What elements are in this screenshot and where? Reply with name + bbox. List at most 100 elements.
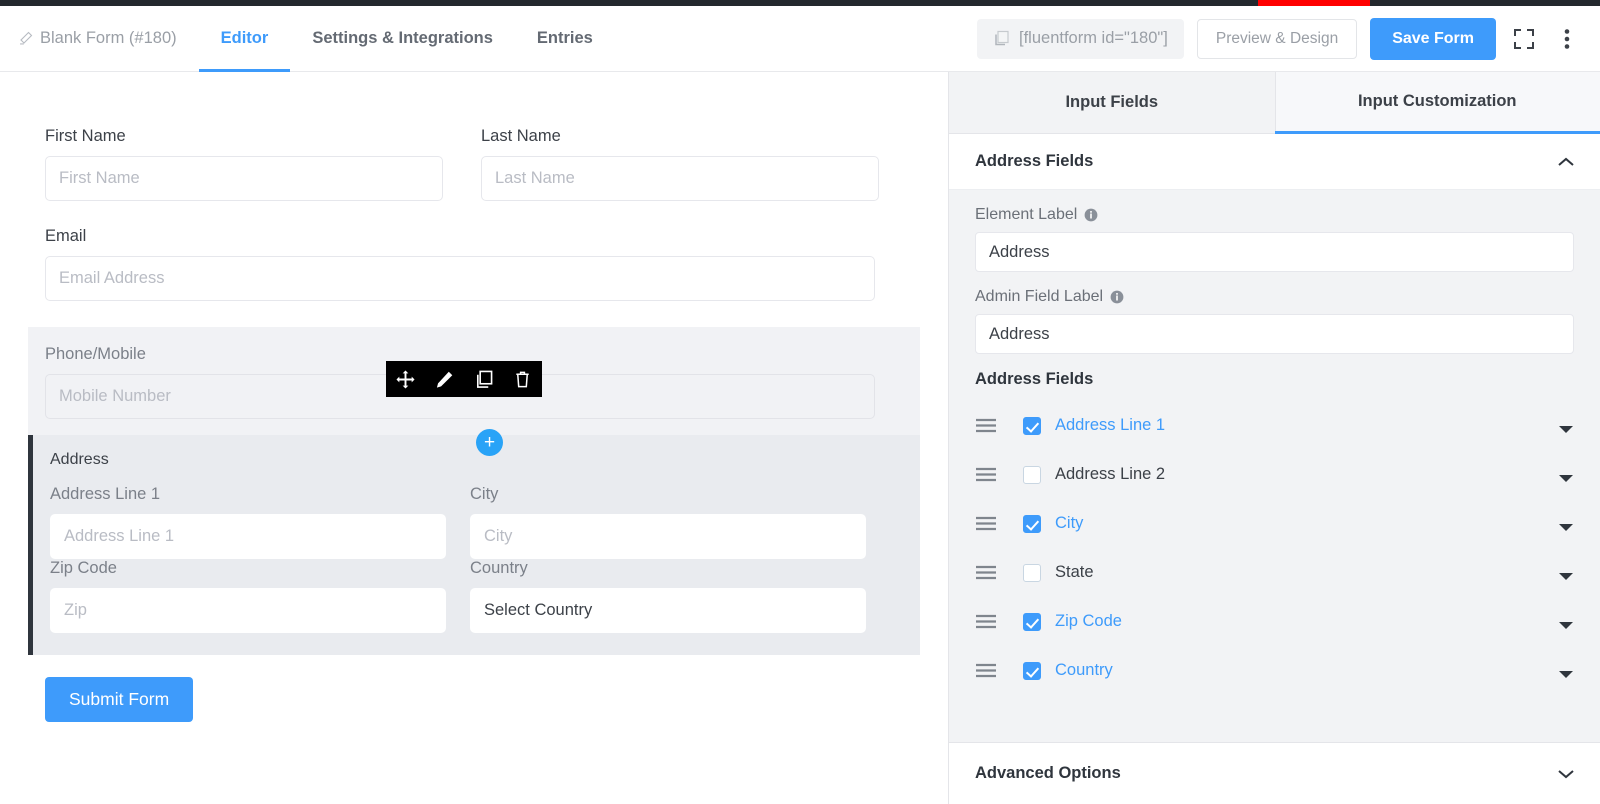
address-field-checkbox-address-line-2[interactable] — [1023, 465, 1041, 484]
move-icon[interactable] — [396, 369, 415, 389]
address-field-checkbox-state[interactable] — [1023, 563, 1041, 582]
panel-tabs: Input Fields Input Customization — [949, 72, 1600, 134]
last-name-label: Last Name — [481, 127, 561, 145]
main-nav: Editor Settings & Integrations Entries — [198, 6, 615, 72]
delete-icon[interactable] — [513, 370, 532, 389]
address-field-checkbox-city[interactable] — [1023, 514, 1041, 533]
field-zip-code: Zip Code Zip — [50, 559, 446, 633]
form-title-text: Blank Form (#180) — [40, 29, 177, 47]
address-field-label-city: City — [1055, 514, 1084, 532]
city-label: City — [470, 485, 499, 503]
save-form-button[interactable]: Save Form — [1370, 17, 1496, 60]
element-label-label: Element Label — [975, 206, 1574, 224]
vertical-dots-icon[interactable] — [1552, 24, 1582, 54]
panel-body: Element Label Address Admin Field Label … — [949, 190, 1600, 742]
address-field-checkbox-country[interactable] — [1023, 661, 1041, 680]
address-field-row-city[interactable]: City — [975, 499, 1574, 548]
drag-handle-icon[interactable] — [975, 418, 997, 433]
element-label-input[interactable]: Address — [975, 232, 1574, 272]
address-field-checkbox-zip-code[interactable] — [1023, 612, 1041, 631]
name-row: First Name First Name Last Name Last Nam… — [45, 127, 903, 227]
tab-input-fields-label: Input Fields — [1065, 93, 1159, 111]
address-field-row-country[interactable]: Country — [975, 646, 1574, 695]
tab-input-customization-label: Input Customization — [1357, 92, 1517, 110]
field-block-phone[interactable]: Phone/Mobile Mobile Number + — [28, 327, 920, 456]
admin-field-label-text: Admin Field Label — [975, 288, 1104, 305]
last-name-input[interactable]: Last Name — [481, 156, 879, 201]
address-field-row-state[interactable]: State — [975, 548, 1574, 597]
duplicate-icon[interactable] — [474, 370, 493, 389]
field-block-address[interactable]: Address Address Line 1 Address Line 1 Ci… — [28, 435, 920, 655]
field-country: Country Select Country — [470, 559, 866, 633]
info-icon[interactable] — [1084, 208, 1098, 222]
shortcode-field[interactable]: [fluentform id="180"] — [977, 18, 1184, 59]
drag-handle-icon[interactable] — [975, 516, 997, 531]
app-header: Blank Form (#180) Editor Settings & Inte… — [0, 6, 1600, 72]
shortcode-text: [fluentform id="180"] — [1019, 29, 1168, 47]
country-label: Country — [470, 559, 528, 577]
address-line-1-input[interactable]: Address Line 1 — [50, 514, 446, 559]
chevron-down-icon[interactable] — [1558, 421, 1574, 433]
country-select[interactable]: Select Country — [470, 588, 866, 633]
tab-input-customization[interactable]: Input Customization — [1274, 72, 1600, 134]
submit-form-button[interactable]: Submit Form — [45, 677, 194, 722]
chevron-up-icon[interactable] — [1558, 157, 1574, 167]
address-field-checkbox-address-line-1[interactable] — [1023, 416, 1041, 435]
chevron-down-icon[interactable] — [1558, 617, 1574, 629]
advanced-options-title: Advanced Options — [975, 764, 1121, 782]
field-address-line-1: Address Line 1 Address Line 1 — [50, 485, 446, 559]
admin-field-label-input[interactable]: Address — [975, 314, 1574, 354]
zip-code-input[interactable]: Zip — [50, 588, 446, 633]
address-field-label-address-line-2: Address Line 2 — [1055, 465, 1166, 483]
header-actions: [fluentform id="180"] Preview & Design S… — [977, 17, 1582, 60]
address-row-2: Zip Code Zip Country Select Country — [50, 559, 903, 633]
address-field-row-address-line-1[interactable]: Address Line 1 — [975, 401, 1574, 450]
tab-entries-label: Entries — [536, 29, 593, 47]
tab-input-fields[interactable]: Input Fields — [949, 72, 1275, 134]
submit-area: Submit Form — [0, 655, 948, 722]
form-preview: First Name First Name Last Name Last Nam… — [0, 72, 948, 655]
preview-design-button[interactable]: Preview & Design — [1196, 18, 1358, 59]
tab-settings-integrations[interactable]: Settings & Integrations — [290, 6, 515, 72]
field-last-name: Last Name Last Name — [481, 127, 879, 201]
address-field-label-zip-code: Zip Code — [1055, 612, 1122, 630]
field-email: Email Email Address — [45, 227, 875, 301]
edit-icon[interactable] — [435, 370, 454, 389]
address-field-row-address-line-2[interactable]: Address Line 2 — [975, 450, 1574, 499]
drag-handle-icon[interactable] — [975, 614, 997, 629]
chevron-down-icon[interactable] — [1558, 470, 1574, 482]
drag-handle-icon[interactable] — [975, 663, 997, 678]
advanced-options-section[interactable]: Advanced Options — [949, 742, 1600, 804]
drag-handle-icon[interactable] — [975, 565, 997, 580]
chevron-down-icon[interactable] — [1558, 519, 1574, 531]
form-title[interactable]: Blank Form (#180) — [18, 29, 177, 48]
field-city: City City — [470, 485, 866, 559]
address-block-title: Address — [50, 451, 109, 468]
address-fields-section-title: Address Fields — [975, 152, 1094, 170]
address-field-row-zip-code[interactable]: Zip Code — [975, 597, 1574, 646]
field-first-name: First Name First Name — [45, 127, 443, 201]
address-row-1: Address Line 1 Address Line 1 City City — [50, 485, 903, 559]
fullscreen-icon[interactable] — [1509, 24, 1539, 54]
address-fields-section-header[interactable]: Address Fields — [949, 134, 1600, 190]
tab-entries[interactable]: Entries — [515, 6, 615, 72]
chevron-down-icon[interactable] — [1558, 769, 1574, 779]
chevron-down-icon[interactable] — [1558, 568, 1574, 580]
field-hover-toolbar — [386, 361, 542, 397]
info-icon[interactable] — [1110, 290, 1124, 304]
drag-handle-icon[interactable] — [975, 467, 997, 482]
chevron-down-icon[interactable] — [1558, 666, 1574, 678]
city-input[interactable]: City — [470, 514, 866, 559]
element-label-text: Element Label — [975, 206, 1078, 223]
address-field-label-address-line-1: Address Line 1 — [1055, 416, 1166, 434]
pencil-icon — [18, 31, 33, 46]
add-field-button[interactable]: + — [476, 429, 503, 456]
address-fields-list-title: Address Fields — [975, 370, 1094, 388]
email-input[interactable]: Email Address — [45, 256, 875, 301]
address-field-label-state: State — [1055, 563, 1094, 581]
tab-settings-label: Settings & Integrations — [312, 29, 493, 47]
first-name-input[interactable]: First Name — [45, 156, 443, 201]
zip-code-label: Zip Code — [50, 559, 117, 577]
settings-panel: Input Fields Input Customization Address… — [948, 72, 1600, 804]
tab-editor[interactable]: Editor — [198, 6, 291, 72]
